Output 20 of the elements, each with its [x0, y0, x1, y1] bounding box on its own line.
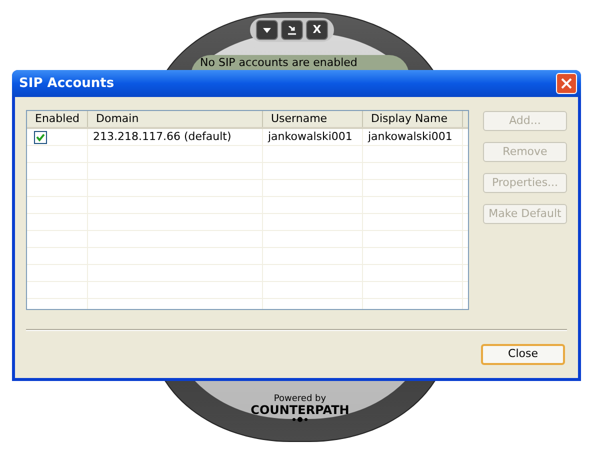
- enabled-checkbox[interactable]: [34, 130, 47, 144]
- column-header[interactable]: Enabled: [27, 111, 88, 127]
- dots-icon: [292, 417, 308, 422]
- minimize-icon: [288, 26, 296, 34]
- dropdown-button[interactable]: [256, 20, 278, 40]
- status-text: No SIP accounts are enabled: [200, 57, 358, 68]
- powered-by-text: Powered by: [274, 395, 326, 404]
- close-dialog-button[interactable]: Close: [481, 344, 565, 365]
- table-cell: 213.218.117.66 (default): [88, 129, 263, 145]
- window-title: SIP Accounts: [18, 74, 114, 93]
- column-header[interactable]: Display Name: [363, 111, 463, 127]
- column-header[interactable]: Domain: [88, 111, 263, 127]
- minimize-button[interactable]: [281, 20, 303, 40]
- exit-button[interactable]: X: [306, 20, 328, 40]
- brand-logo-text: COUNTERPATH: [250, 404, 350, 416]
- table-cell: jankowalski001: [363, 129, 463, 145]
- column-header[interactable]: Username: [263, 111, 363, 127]
- close-window-button[interactable]: [556, 73, 577, 94]
- close-icon: [561, 78, 572, 89]
- table-cell: jankowalski001: [263, 129, 363, 145]
